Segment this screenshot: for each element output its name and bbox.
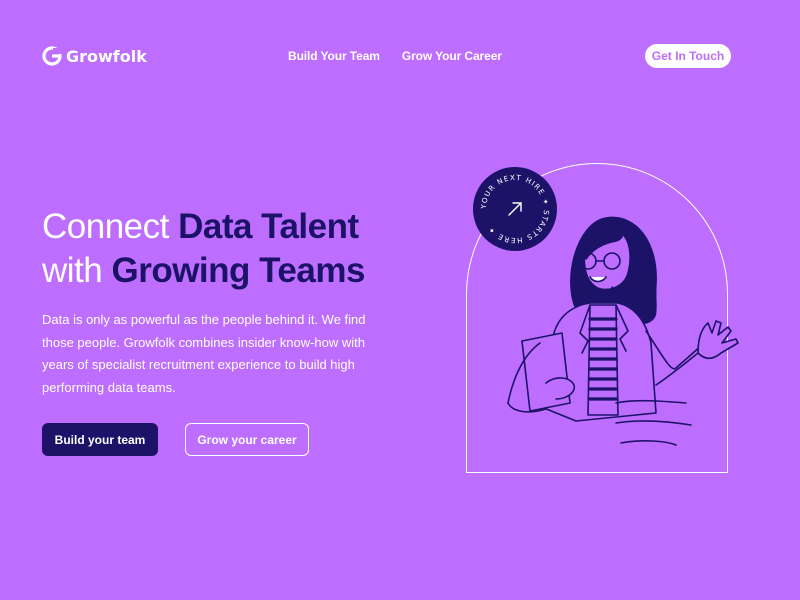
- get-in-touch-button[interactable]: Get In Touch: [645, 44, 731, 68]
- g-logo-icon: [42, 46, 62, 66]
- main-nav: Build Your Team Grow Your Career: [288, 49, 502, 63]
- nav-build-your-team[interactable]: Build Your Team: [288, 49, 380, 63]
- hero-title: Connect Data Talent with Growing Teams: [42, 205, 365, 293]
- hero-title-highlight-2: Growing Teams: [111, 251, 365, 290]
- build-your-team-button[interactable]: Build your team: [42, 423, 158, 456]
- grow-your-career-button[interactable]: Grow your career: [185, 423, 309, 456]
- hero-title-plain-2: with: [42, 251, 112, 290]
- brand-name: Growfolk: [66, 46, 147, 66]
- brand-logo[interactable]: Growfolk: [42, 46, 147, 66]
- next-hire-badge: YOUR NEXT HIRE ✦ STARTS HERE ✦: [473, 167, 557, 251]
- hero-description: Data is only as powerful as the people b…: [42, 312, 366, 395]
- hero-title-plain-1: Connect: [42, 207, 179, 246]
- hero-title-highlight-1: Data Talent: [178, 207, 359, 246]
- nav-grow-your-career[interactable]: Grow Your Career: [402, 49, 502, 63]
